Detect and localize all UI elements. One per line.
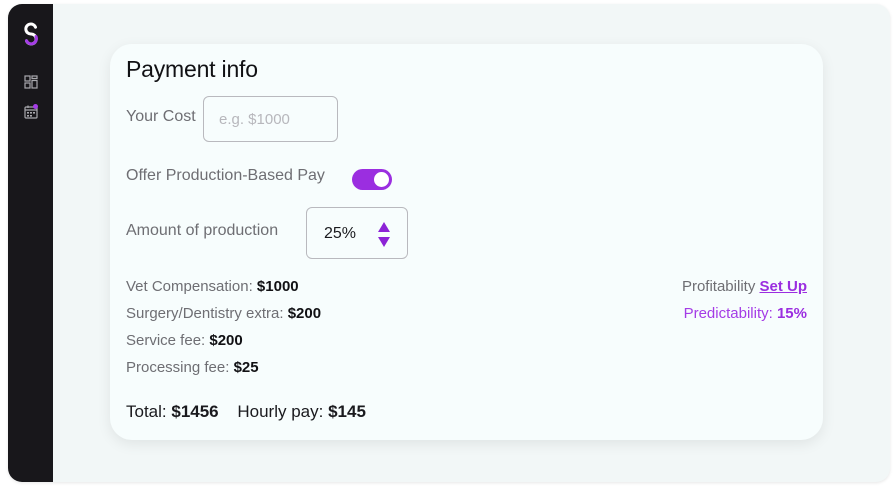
sidebar — [8, 4, 53, 482]
production-amount-value: 25% — [324, 225, 357, 242]
vet-compensation-row: Vet Compensation: $1000 — [126, 278, 321, 305]
page-title: Payment info — [126, 56, 258, 82]
production-amount-stepper[interactable]: 25% — [306, 207, 408, 259]
toggle-knob — [374, 172, 389, 187]
metrics-panel: Profitability Set Up Predictability: 15% — [682, 278, 807, 332]
decrement-arrow-icon[interactable] — [378, 237, 390, 247]
production-amount-label: Amount of production — [126, 222, 279, 239]
service-fee-row: Service fee: $200 — [126, 332, 321, 359]
vet-compensation-label: Vet Compensation: — [126, 278, 257, 295]
increment-arrow-icon[interactable] — [378, 222, 390, 232]
service-fee-label: Service fee: — [126, 332, 210, 349]
app-logo-icon — [24, 22, 38, 46]
surgery-extra-row: Surgery/Dentistry extra: $200 — [126, 305, 321, 332]
dashboard-icon[interactable] — [24, 75, 38, 89]
hourly-pay-label: Hourly pay: — [237, 402, 329, 421]
surgery-extra-value: $200 — [287, 305, 322, 322]
vet-compensation-value: $1000 — [256, 278, 299, 295]
cost-label: Your Cost — [126, 108, 196, 125]
payment-info-card: Payment info Your Cost Offer Production-… — [110, 44, 823, 440]
cost-breakdown: Vet Compensation: $1000 Surgery/Dentistr… — [126, 278, 321, 386]
hourly-pay-value: $145 — [328, 402, 366, 421]
surgery-extra-label: Surgery/Dentistry extra: — [126, 305, 288, 322]
notification-dot — [33, 104, 38, 109]
production-pay-toggle[interactable] — [352, 169, 392, 190]
profitability-setup-link[interactable]: Set Up — [759, 278, 807, 295]
app-frame: Payment info Your Cost Offer Production-… — [8, 4, 890, 482]
service-fee-value: $200 — [209, 332, 243, 349]
profitability-row: Profitability Set Up — [682, 278, 807, 305]
production-pay-label: Offer Production-Based Pay — [126, 167, 325, 184]
predictability-label: Predictability: — [683, 305, 777, 322]
predictability-value: 15% — [776, 305, 807, 322]
totals-row: Total: $1456 Hourly pay: $145 — [126, 402, 366, 422]
cost-input[interactable] — [203, 96, 338, 142]
processing-fee-row: Processing fee: $25 — [126, 359, 321, 386]
profitability-label: Profitability — [681, 278, 760, 295]
total-value: $1456 — [171, 402, 219, 421]
predictability-row: Predictability: 15% — [682, 305, 807, 332]
total-label: Total: — [126, 402, 172, 421]
processing-fee-label: Processing fee: — [126, 359, 234, 376]
processing-fee-value: $25 — [233, 359, 259, 376]
